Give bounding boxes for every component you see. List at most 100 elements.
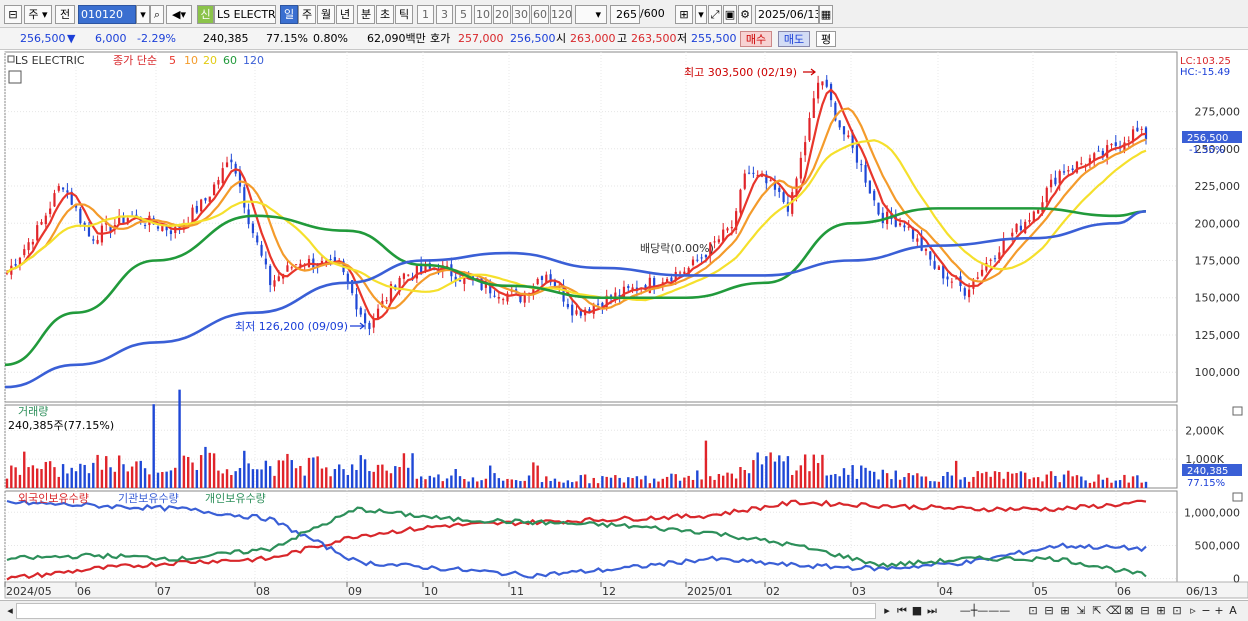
volume-bar	[980, 473, 984, 488]
buy-button[interactable]: 매수	[740, 31, 772, 47]
date-input[interactable]: 2025/06/13	[755, 5, 819, 24]
tool-icon-8[interactable]: ⊟	[1138, 603, 1152, 619]
candle	[1097, 150, 1100, 152]
volume-bar	[1093, 481, 1096, 488]
forward-icon[interactable]: ⏭	[925, 603, 939, 619]
tool-icon-6[interactable]: ⌫	[1106, 603, 1122, 619]
interval-120[interactable]: 120	[550, 5, 572, 24]
type-select-label: 주	[28, 8, 39, 21]
bid-price: 256,500	[510, 32, 556, 45]
period-tab-minute[interactable]: 분	[357, 5, 375, 24]
scroll-left-icon[interactable]: ◂	[4, 603, 16, 619]
low-price: 255,500	[691, 32, 737, 45]
candle	[903, 225, 906, 228]
grid-icon[interactable]	[8, 70, 22, 84]
stop-icon[interactable]: ■	[910, 603, 924, 619]
volume-bar	[402, 453, 406, 488]
gear-icon[interactable]: ⚙	[738, 5, 752, 24]
tool-icon-9[interactable]: ⊞	[1154, 603, 1168, 619]
close-icon[interactable]	[1232, 406, 1243, 416]
search-icon[interactable]: ⌕	[150, 5, 164, 24]
scroll-track[interactable]	[16, 603, 876, 619]
volume-bar	[217, 470, 220, 488]
volume-bar	[739, 467, 742, 488]
speaker-icon[interactable]: ◀▾	[166, 5, 192, 24]
stock-chart[interactable]: 275,000250,000225,000200,000175,000150,0…	[0, 50, 1248, 600]
interval-10[interactable]: 10	[474, 5, 492, 24]
window-icon[interactable]: ⊟	[4, 5, 22, 24]
volume-bar	[497, 478, 501, 488]
volume-bar	[350, 464, 354, 488]
candle	[277, 276, 280, 281]
volume-bar	[251, 469, 255, 488]
volume-bar	[31, 465, 35, 488]
period-tab-month[interactable]: 월	[317, 5, 335, 24]
volume-bar	[596, 483, 600, 488]
interval-60[interactable]: 60	[531, 5, 549, 24]
close-icon[interactable]	[1232, 492, 1243, 502]
volume-bar	[855, 478, 859, 488]
interval-3[interactable]: 3	[436, 5, 453, 24]
rewind-icon[interactable]: ⏮	[895, 603, 909, 619]
interval-5[interactable]: 5	[455, 5, 472, 24]
calendar-icon[interactable]: ▦	[819, 5, 833, 24]
period-tab-year[interactable]: 년	[336, 5, 354, 24]
scroll-right-icon[interactable]: ▸	[880, 603, 894, 619]
foreign-legend: 외국인보유수량	[18, 492, 89, 505]
volume-bar	[670, 473, 673, 488]
candle	[752, 172, 755, 174]
volume-bar	[212, 453, 216, 488]
candle	[368, 322, 371, 330]
period-tab-second[interactable]: 초	[376, 5, 394, 24]
candle	[256, 235, 259, 243]
candle	[726, 228, 729, 231]
interval-1[interactable]: 1	[417, 5, 434, 24]
period-tab-day[interactable]: 일	[280, 5, 298, 24]
period-tab-tick[interactable]: 틱	[395, 5, 413, 24]
volume-bar	[178, 389, 181, 488]
volume-bar	[967, 481, 971, 488]
new-badge[interactable]: 신	[197, 5, 214, 24]
tool-icon-7[interactable]: ⊠	[1122, 603, 1136, 619]
period-tab-week[interactable]: 주	[298, 5, 316, 24]
expand-icon[interactable]: ⤢	[708, 5, 722, 24]
candle	[993, 258, 997, 260]
tool-icon-4[interactable]: ⇲	[1074, 603, 1088, 619]
tool-icon-10[interactable]: ⊡	[1170, 603, 1184, 619]
price-tick-label: 150,000	[1195, 292, 1241, 305]
indicator-icon[interactable]: ⊞	[675, 5, 693, 24]
save-icon[interactable]: ▣	[723, 5, 737, 24]
interval-dropdown[interactable]: ▾	[575, 5, 607, 24]
count-input[interactable]: 265	[610, 5, 640, 24]
zoom-slider[interactable]: —┼———	[948, 603, 1022, 619]
zoom-in-icon[interactable]: ▹	[1186, 603, 1200, 619]
plus-icon[interactable]: +	[1213, 603, 1225, 619]
minus-icon[interactable]: −	[1200, 603, 1212, 619]
volume-bar	[61, 464, 65, 488]
volume-bar	[929, 481, 932, 488]
tool-icon-2[interactable]: ⊟	[1042, 603, 1056, 619]
interval-20[interactable]: 20	[493, 5, 511, 24]
text-size-icon[interactable]: A	[1226, 603, 1240, 619]
indicator-dropdown-icon[interactable]: ▾	[695, 5, 707, 24]
candle	[821, 81, 824, 86]
tool-icon-5[interactable]: ⇱	[1090, 603, 1104, 619]
prev-button[interactable]: 전	[55, 5, 75, 24]
interval-30[interactable]: 30	[512, 5, 530, 24]
candle	[269, 265, 272, 286]
stock-name-field[interactable]: LS ELECTRI	[214, 5, 276, 24]
candle	[898, 223, 902, 226]
volume-bar	[385, 470, 388, 488]
candle	[847, 135, 850, 138]
volume-bar	[419, 476, 423, 488]
candle	[212, 184, 216, 196]
eval-button[interactable]: 평	[816, 31, 836, 47]
volume-bar	[1105, 477, 1109, 488]
stock-code-input[interactable]: 010120	[78, 5, 136, 24]
code-dropdown-icon[interactable]: ▾	[136, 5, 150, 24]
type-select[interactable]: 주 ▾	[24, 5, 52, 24]
tool-icon-1[interactable]: ⊡	[1026, 603, 1040, 619]
volume-bar	[247, 463, 250, 488]
tool-icon-3[interactable]: ⊞	[1058, 603, 1072, 619]
sell-button[interactable]: 매도	[778, 31, 810, 47]
